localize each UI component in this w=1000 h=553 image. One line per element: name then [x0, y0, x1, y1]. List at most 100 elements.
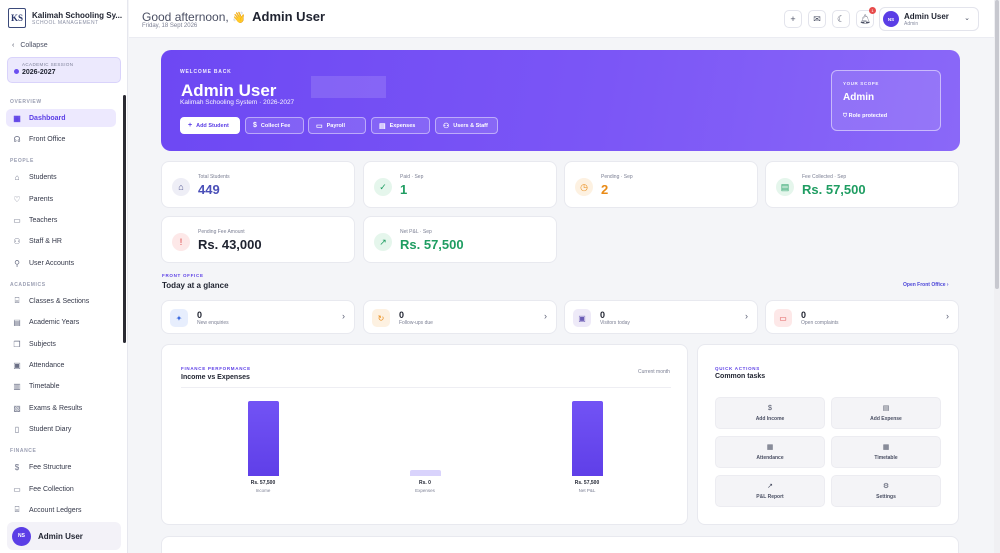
- academic-session[interactable]: ACADEMIC SESSION 2026-2027: [7, 57, 121, 83]
- sidebar-item-attendance[interactable]: ▣ Attendance: [6, 356, 116, 374]
- action-label: Add Income: [755, 415, 785, 422]
- sidebar-item-label: Student Diary: [29, 425, 72, 433]
- settings-button[interactable]: ⚙ Settings: [831, 475, 941, 507]
- theme-toggle-button[interactable]: ☾: [832, 10, 850, 28]
- brand[interactable]: KS Kalimah Schooling Sy... SCHOOL MANAGE…: [8, 8, 122, 28]
- add-expense-button[interactable]: ▤ Add Expense: [831, 397, 941, 429]
- chart-bar-net-p-l: [572, 401, 603, 476]
- collapse-button[interactable]: ‹ Collapse: [12, 42, 48, 49]
- front-office-new-enquiries[interactable]: ✦ 0 New enquiries ›: [161, 300, 355, 334]
- stat-label: Pending Fee Amount: [198, 229, 245, 235]
- sidebar-item-subjects[interactable]: ❐ Subjects: [6, 335, 116, 353]
- sidebar-item-label: Front Office: [29, 135, 66, 143]
- gear-icon: ⚙: [882, 483, 890, 490]
- collect-fee-button[interactable]: $ Collect Fee: [245, 117, 304, 134]
- action-label: Settings: [876, 494, 896, 500]
- sidebar-item-timetable[interactable]: ▥ Timetable: [6, 377, 116, 395]
- user-name: Admin User: [904, 11, 949, 21]
- payroll-button[interactable]: ▭ Payroll: [308, 117, 366, 134]
- avatar: NS: [12, 526, 31, 546]
- topbar: Good afternoon, 👋 Admin User Friday, 18 …: [129, 0, 994, 38]
- page-scrollbar[interactable]: [994, 0, 1000, 553]
- classes-icon: ⌸: [14, 296, 20, 305]
- welcome-eyebrow: WELCOME BACK: [180, 69, 232, 75]
- page-scroll-thumb[interactable]: [995, 0, 999, 289]
- fo-value: 0: [801, 310, 807, 320]
- book-icon: ❐: [13, 339, 21, 349]
- pl-report-button[interactable]: ↗ P&L Report: [715, 475, 825, 507]
- fo-value: 0: [197, 310, 203, 320]
- graduation-cap-icon: ⌂: [172, 178, 190, 196]
- dollar-circle-icon: $: [14, 462, 20, 472]
- sidebar-item-parents[interactable]: ♡ Parents: [6, 190, 116, 208]
- receipt-icon: ▤: [379, 122, 386, 130]
- user-menu[interactable]: NS Admin User Admin ⌄: [879, 7, 979, 31]
- sidebar-item-exams-results[interactable]: ▧ Exams & Results: [6, 399, 116, 417]
- messages-button[interactable]: ✉: [808, 10, 826, 28]
- brand-subtitle: SCHOOL MANAGEMENT: [32, 19, 99, 26]
- stat-total-students[interactable]: ⌂ Total Students 449: [161, 161, 355, 208]
- front-office-complaints[interactable]: ▭ 0 Open complaints ›: [765, 300, 959, 334]
- stat-pending[interactable]: ◷ Pending · Sep 2: [564, 161, 758, 208]
- scope-value: Admin: [843, 92, 875, 103]
- scope-note-text: Role protected: [848, 113, 888, 119]
- sidebar-item-teachers[interactable]: ▭ Teachers: [6, 211, 116, 229]
- stat-value: Rs. 57,500: [400, 237, 464, 252]
- bell-icon: 🔔︎: [859, 13, 871, 24]
- sidebar-item-staff-hr[interactable]: ⚇ Staff & HR: [6, 232, 116, 250]
- sidebar-item-front-office[interactable]: ☊ Front Office: [6, 130, 116, 148]
- stat-pending-fee-amount[interactable]: ! Pending Fee Amount Rs. 43,000: [161, 216, 355, 263]
- users-staff-button[interactable]: ⚇ Users & Staff: [435, 117, 498, 134]
- front-office-follow-ups[interactable]: ↻ 0 Follow-ups due ›: [363, 300, 557, 334]
- chart-value-label: Rs. 57,500: [574, 480, 600, 486]
- quick-actions-card: QUICK ACTIONS Common tasks $ Add Income ▤…: [697, 344, 959, 525]
- chevron-right-icon: ›: [745, 311, 748, 321]
- sidebar-user[interactable]: NS Admin User: [7, 522, 121, 550]
- sidebar-item-user-accounts[interactable]: ⚲ User Accounts: [6, 254, 116, 272]
- sidebar-item-fee-structure[interactable]: $ Fee Structure: [6, 458, 116, 476]
- sidebar-item-classes-sections[interactable]: ⌸ Classes & Sections: [6, 292, 116, 310]
- add-income-button[interactable]: $ Add Income: [715, 397, 825, 429]
- grid-icon: ▦: [13, 113, 21, 123]
- section-people: PEOPLE: [10, 158, 34, 164]
- sidebar-item-student-diary[interactable]: ▯ Student Diary: [6, 420, 116, 438]
- scope-label: YOUR SCOPE: [843, 81, 880, 86]
- brand-title: Kalimah Schooling Sy...: [32, 10, 123, 20]
- stat-fee-collected[interactable]: ▤ Fee Collected · Sep Rs. 57,500: [765, 161, 959, 208]
- scope-card: YOUR SCOPE Admin ⛉ Role protected: [831, 70, 941, 131]
- notifications-button[interactable]: 🔔︎ 1: [856, 7, 876, 28]
- front-office-visitors[interactable]: ▣ 0 Visitors today ›: [564, 300, 758, 334]
- calendar-icon: ▦: [766, 444, 774, 451]
- stat-label: Net P&L · Sep: [400, 229, 432, 235]
- stat-net-pl[interactable]: ↗ Net P&L · Sep Rs. 57,500: [363, 216, 557, 263]
- chart-value-label: Rs. 0: [419, 480, 431, 486]
- sidebar-item-students[interactable]: ⌂ Students: [6, 168, 116, 186]
- session-dot-icon: [14, 69, 19, 74]
- sidebar-item-label: Attendance: [29, 361, 65, 369]
- attendance-button[interactable]: ▦ Attendance: [715, 436, 825, 468]
- stat-paid[interactable]: ✓ Paid · Sep 1: [363, 161, 557, 208]
- welcome-banner: WELCOME BACK Admin User Kalimah Schoolin…: [161, 50, 960, 151]
- finance-card: FINANCE PERFORMANCE Income vs Expenses C…: [161, 344, 688, 525]
- stat-label: Paid · Sep: [400, 174, 424, 180]
- school-logo: KS: [8, 8, 26, 28]
- stat-label: Pending · Sep: [601, 174, 633, 180]
- sidebar-item-academic-years[interactable]: ▤ Academic Years: [6, 313, 116, 331]
- dollar-circle-icon: $: [768, 404, 772, 412]
- income-expenses-chart: Rs. 57,500 Income Rs. 0 Expenses Rs. 57,500 N…: [162, 345, 687, 524]
- stat-label: Fee Collected · Sep: [802, 174, 847, 180]
- sidebar-item-label: User Accounts: [29, 259, 75, 267]
- button-label: Users & Staff: [453, 122, 488, 129]
- sidebar-item-account-ledgers[interactable]: ⌸ Account Ledgers: [6, 501, 116, 519]
- sidebar-item-fee-collection[interactable]: ▭ Fee Collection: [6, 480, 116, 498]
- add-button[interactable]: +: [784, 10, 802, 28]
- open-front-office-link[interactable]: Open Front Office ›: [903, 282, 949, 288]
- sidebar-item-dashboard[interactable]: ▦ Dashboard: [6, 109, 116, 127]
- add-student-button[interactable]: + Add Student: [180, 117, 240, 134]
- user-role: Admin: [904, 20, 919, 27]
- sidebar-scrollbar[interactable]: [123, 95, 126, 343]
- fo-label: Follow-ups due: [399, 320, 433, 326]
- expenses-button[interactable]: ▤ Expenses: [371, 117, 430, 134]
- timetable-button[interactable]: ▦ Timetable: [831, 436, 941, 468]
- chart-value-label: Rs. 57,500: [250, 480, 276, 486]
